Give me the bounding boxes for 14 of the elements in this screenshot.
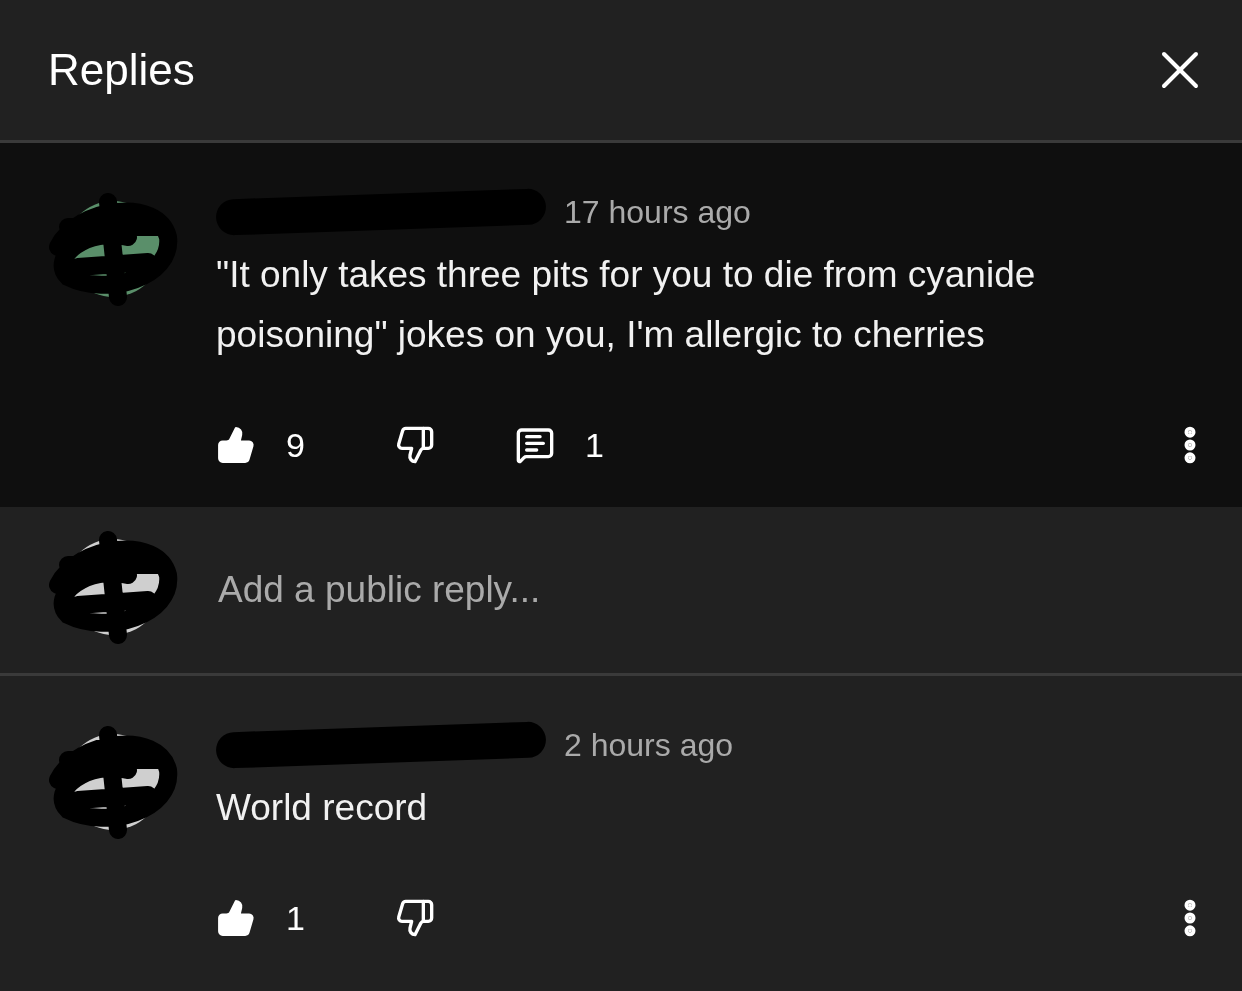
comment-time: 2 hours ago: [564, 726, 733, 764]
thumbs-down-icon[interactable]: [394, 425, 435, 465]
reply-input-field[interactable]: Add a public reply...: [216, 568, 1212, 612]
thumbs-up-icon[interactable]: [216, 898, 256, 938]
thumbs-down-icon[interactable]: [394, 898, 435, 938]
reply-count: 1: [584, 425, 604, 465]
like-count: 1: [286, 898, 305, 938]
panel-title: Replies: [48, 45, 195, 95]
comment-text: World record: [216, 786, 429, 830]
thumbs-up-icon[interactable]: [216, 425, 256, 465]
reply-icon[interactable]: [514, 425, 555, 465]
comment-text: "It only takes three pits for you to die from cyanide poisoning" jokes on you, I'm allergic to cherries: [216, 253, 1037, 357]
comment-time: 17 hours ago: [564, 193, 751, 231]
like-count: 9: [286, 425, 305, 465]
